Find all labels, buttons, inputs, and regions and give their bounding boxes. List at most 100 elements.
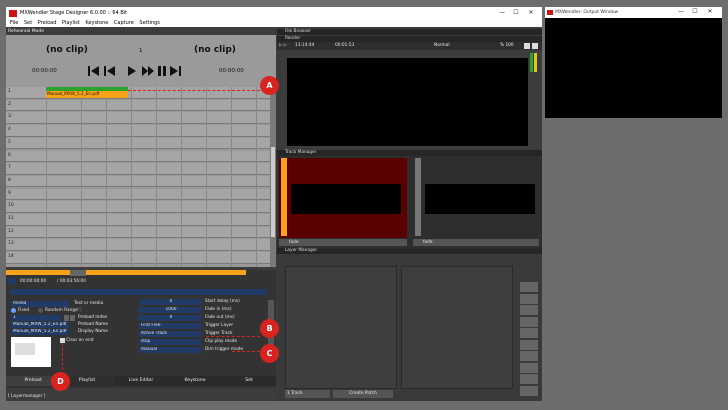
layer-slot-1[interactable] — [285, 266, 397, 389]
create-patch-button[interactable]: Create Patch — [333, 390, 393, 398]
start-delay-field[interactable]: 0 — [139, 299, 201, 305]
tab-set[interactable]: Set — [222, 376, 276, 386]
fixed-radio[interactable] — [11, 308, 16, 313]
add-icon[interactable] — [524, 43, 530, 49]
preload-name-field[interactable]: Manual_MXW_5.2_En.pdf — [11, 322, 69, 328]
track-select[interactable]: 1 Track — [285, 390, 330, 398]
fade-in-label: Fade in (ms) — [205, 307, 232, 312]
track-fader[interactable] — [281, 158, 287, 236]
track-number: 11 — [8, 216, 14, 221]
output-maximize-button[interactable]: ☐ — [689, 8, 701, 16]
track-select-label: 1 Track — [287, 391, 303, 396]
tab-live-editor[interactable]: Live Editor — [114, 376, 168, 386]
minimize-button[interactable]: — — [496, 9, 508, 17]
text-or-media-label: Text or media — [74, 301, 104, 306]
marker-b-line — [206, 336, 260, 337]
menu-settings[interactable]: Settings — [139, 20, 160, 27]
trigger-track-select[interactable]: Active Track — [139, 331, 201, 337]
track-number: 14 — [8, 254, 14, 260]
menu-keystone[interactable]: Keystone — [85, 20, 108, 27]
rehearsal-mode-label: Rehearsal Mode — [8, 29, 44, 34]
fade-out-label: Fade out (ms) — [205, 315, 235, 320]
layer-button[interactable] — [520, 385, 538, 396]
output-close-button[interactable]: ✕ — [704, 8, 716, 16]
play-icon[interactable] — [128, 66, 136, 76]
random-range-radio[interactable] — [38, 308, 43, 313]
track-fader-2[interactable] — [415, 158, 421, 236]
menu-capture[interactable]: Capture — [114, 20, 134, 27]
clip-block-label: Manual_MXW_5.2_En.pdf — [47, 91, 100, 96]
scrollbar-thumb[interactable] — [271, 147, 275, 237]
file-browser-header[interactable]: File Browser — [277, 29, 542, 35]
level-meter-left — [530, 53, 533, 72]
tracks-scrollbar[interactable] — [270, 87, 276, 267]
decrement-button[interactable] — [64, 315, 69, 321]
track-list: 1 2 3 4 5 6 7 8 9 10 11 12 13 14 Manual_MXW_5.2_En.pd… — [6, 87, 276, 267]
track-number: 4 — [8, 127, 11, 133]
settings-arrows[interactable] — [70, 270, 86, 276]
play-icon[interactable]: ▷ ▷ — [279, 43, 287, 48]
layer-button[interactable] — [520, 282, 538, 292]
maximize-button[interactable]: ☐ — [510, 9, 522, 17]
close-button[interactable]: ✕ — [525, 9, 537, 17]
rehearsal-panel: (no clip) 1 (no clip) 00:00:00 00:00:00 … — [6, 35, 276, 267]
preload-index-field[interactable]: 1 — [11, 315, 61, 321]
layer-button[interactable] — [520, 362, 538, 373]
preload-index-label: Preload Index — [78, 315, 108, 320]
marker-a-line — [128, 90, 260, 91]
track-number: 2 — [8, 101, 11, 107]
layer-button[interactable] — [520, 293, 538, 304]
track-fade-bar-left[interactable]: fade — [279, 239, 407, 246]
step-forward-icon[interactable] — [170, 66, 181, 76]
track-fade-bar-right[interactable]: fade — [413, 239, 539, 246]
clip-settings-panel: 00:00:00:00 / 00:03:56:00 media Text or … — [6, 270, 276, 388]
close-icon[interactable] — [532, 43, 538, 49]
left-clip-name: (no clip) — [46, 45, 88, 55]
increment-button[interactable] — [70, 315, 75, 321]
layer-manager-panel: 1 Track Create Patch — [277, 254, 542, 401]
menu-preload[interactable]: Preload — [38, 20, 57, 27]
clip-block[interactable]: Manual_MXW_5.2_En.pdf — [46, 91, 128, 98]
layer-button[interactable] — [520, 374, 538, 384]
title-bar: MXWendler Stage Designer 6.0.00 :: 64 Bi… — [6, 7, 542, 20]
track-fade-label-right: fade — [423, 240, 433, 245]
pause-icon[interactable] — [158, 66, 166, 76]
fade-in-field[interactable]: 1000 — [139, 307, 201, 313]
dim-trigger-mode-select[interactable]: manual — [139, 347, 201, 353]
layer-button[interactable] — [520, 305, 538, 315]
media-field[interactable]: media — [11, 301, 69, 307]
random-range-value: (?) — [76, 308, 82, 313]
layer-slot-2[interactable] — [401, 266, 513, 389]
output-title-bar: MXWendler: Output Window — ☐ ✕ — [545, 7, 722, 18]
layer-button[interactable] — [520, 328, 538, 338]
track-card-active[interactable] — [279, 158, 407, 238]
menu-playlist[interactable]: Playlist — [62, 20, 80, 27]
menu-set[interactable]: Set — [24, 20, 32, 27]
layer-button[interactable] — [520, 339, 538, 350]
marker-d: D — [51, 372, 70, 391]
clip-play-mode-select[interactable]: stop — [139, 339, 201, 345]
track-number: 1 — [8, 89, 11, 94]
skip-back-icon[interactable] — [88, 66, 99, 76]
tab-keystone[interactable]: Keystone — [168, 376, 222, 386]
output-minimize-button[interactable]: — — [675, 8, 687, 16]
track-number: 10 — [8, 203, 14, 209]
display-name-field[interactable]: Manual_MXW_5.2_En.pdf — [11, 329, 69, 335]
track-manager-panel: fade fade — [277, 156, 542, 251]
fast-forward-icon[interactable] — [142, 66, 154, 76]
track-card[interactable] — [413, 158, 539, 238]
layer-button[interactable] — [520, 351, 538, 361]
level-meter-right — [534, 53, 537, 72]
menu-file[interactable]: File — [10, 20, 18, 27]
trigger-layer-select[interactable]: First Free — [139, 323, 201, 329]
create-patch-label: Create Patch — [349, 391, 377, 396]
layer-button[interactable] — [520, 316, 538, 327]
render-toolbar: ▷ ▷ 13:14:44 00:01:53 Normal % 100 — [277, 42, 542, 50]
position-slider[interactable] — [11, 289, 267, 295]
track-fade-label-left: fade — [289, 240, 299, 245]
fade-out-field[interactable]: 0 — [139, 315, 201, 321]
start-delay-label: Start delay (ms) — [205, 299, 240, 304]
fixed-label: Fixed — [18, 308, 30, 313]
step-back-icon[interactable] — [104, 66, 115, 76]
settings-toggle-icon[interactable] — [8, 278, 16, 284]
